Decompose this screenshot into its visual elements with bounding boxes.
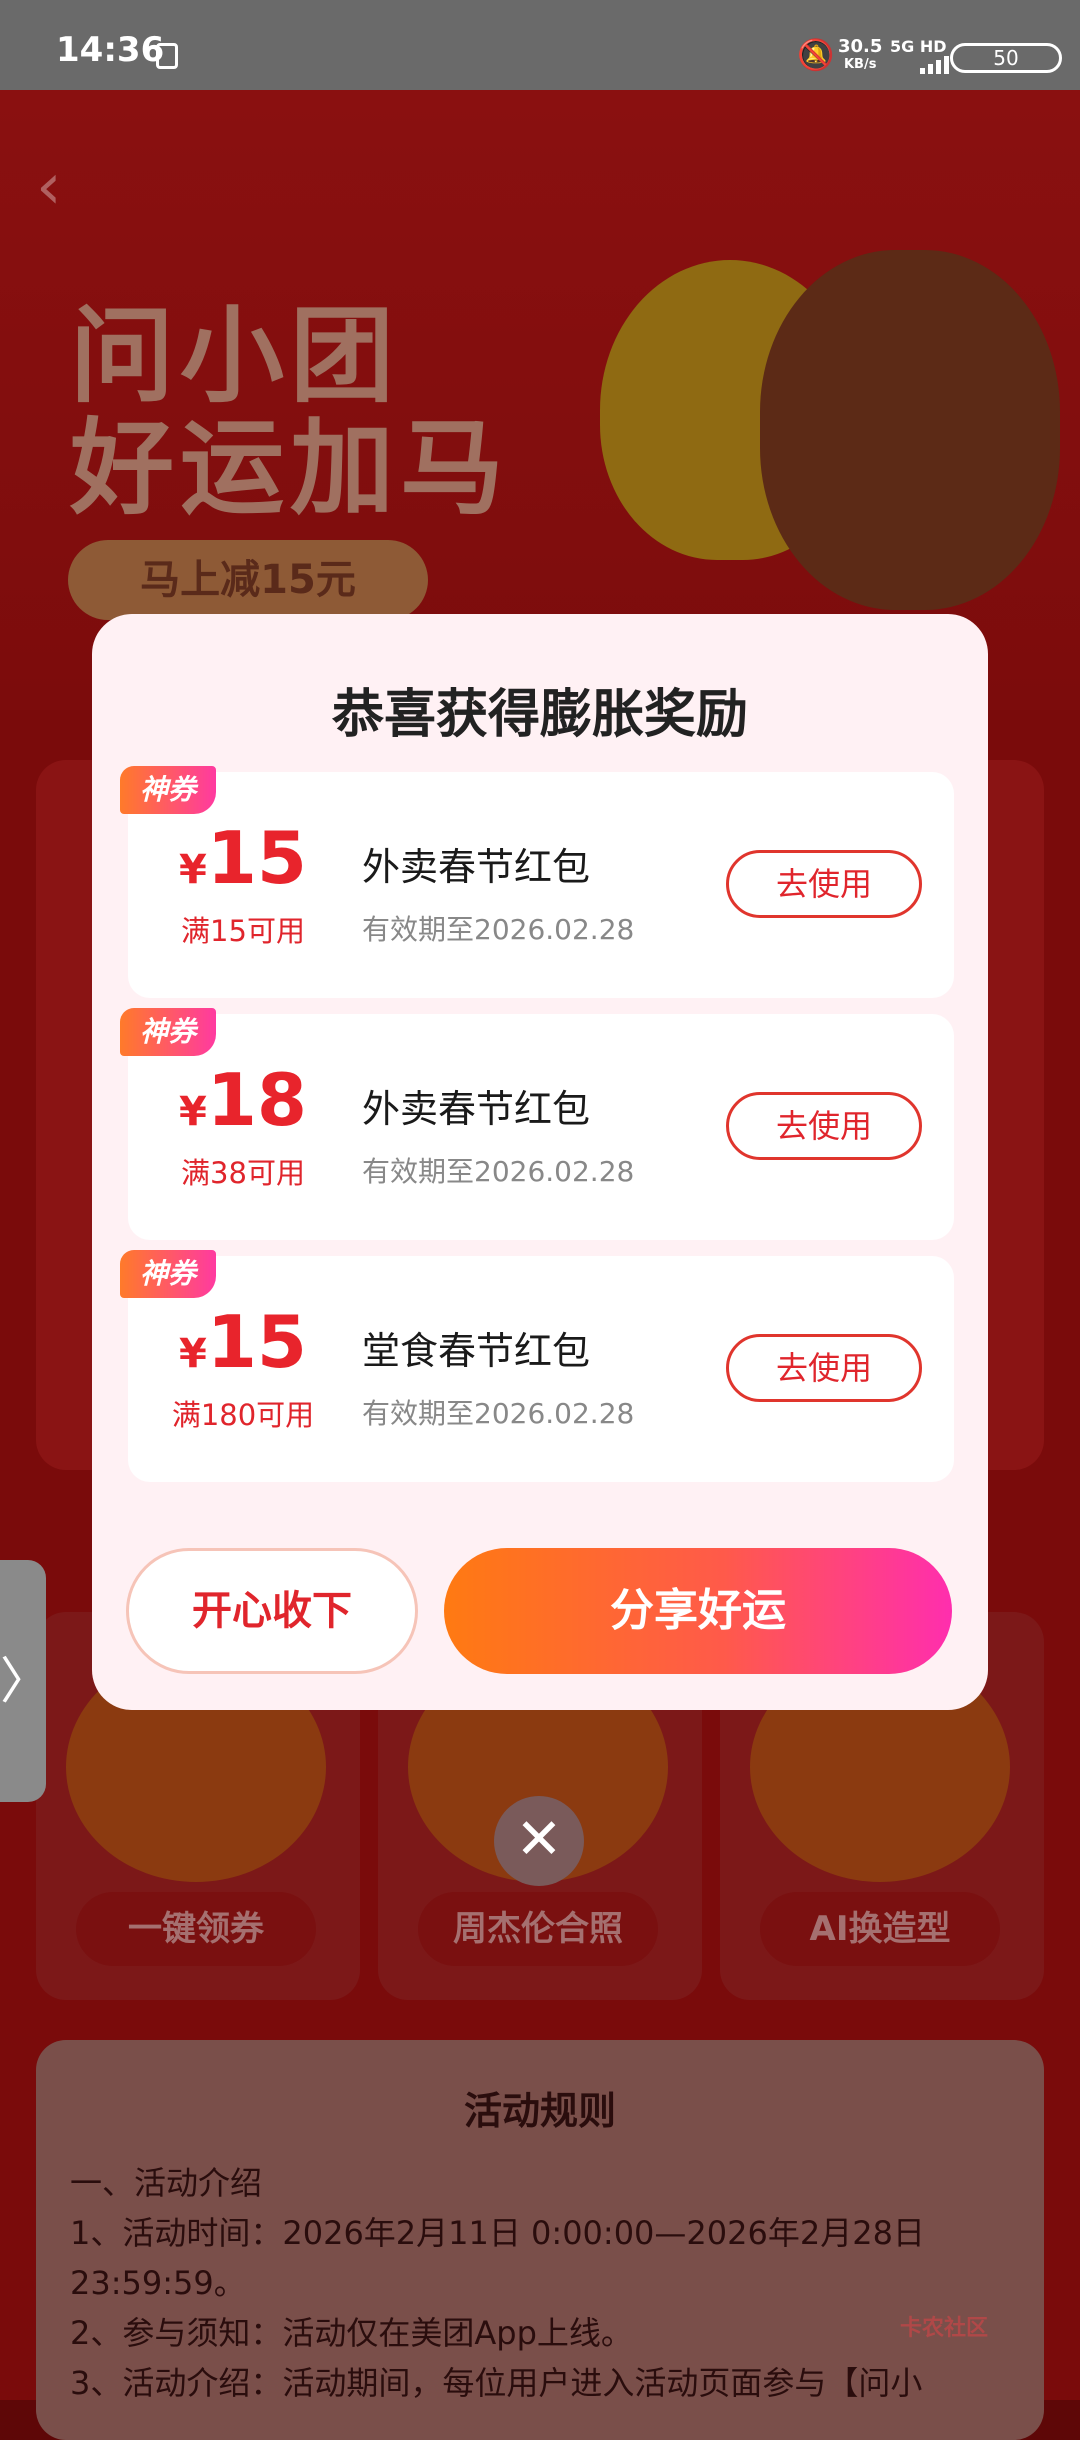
coupon-validity: 有效期至2026.02.28 [362, 913, 635, 946]
coupon-validity: 有效期至2026.02.28 [362, 1155, 635, 1188]
coupon-amount: ¥15 [178, 1300, 308, 1384]
coupon-condition: 满15可用 [181, 914, 305, 948]
coupon-amount: ¥18 [178, 1058, 308, 1142]
network-type: 5G HD [890, 37, 947, 56]
coupon-condition: 满38可用 [181, 1156, 305, 1190]
status-bar: 14:36 🔕 30.5 KB/s 5G HD 50 [0, 0, 1080, 90]
side-expand-tab[interactable]: 〉 [0, 1560, 50, 1802]
network-speed: 30.5 KB/s [838, 36, 883, 73]
coupon-card: 神券 ¥18 满38可用 外卖春节红包 有效期至2026.02.28 去使用 [120, 1008, 954, 1240]
use-coupon-button[interactable]: 去使用 [726, 850, 922, 918]
rules-title: 活动规则 [463, 2089, 616, 2133]
coupon-amount: ¥15 [178, 816, 308, 900]
signal-icon [920, 55, 952, 74]
coupon-name: 堂食春节红包 [362, 1329, 591, 1373]
share-button[interactable]: 分享好运 [444, 1548, 952, 1674]
reward-modal: 恭喜获得膨胀奖励 神券 ¥15 满15可用 外卖春节红包 有效期至2026.02… [92, 614, 988, 1710]
coupon-card: 神券 ¥15 满180可用 堂食春节红包 有效期至2026.02.28 去使用 [120, 1250, 954, 1482]
mute-bell-icon: 🔕 [797, 38, 835, 73]
coupon-badge: 神券 [120, 1008, 216, 1056]
use-coupon-button[interactable]: 去使用 [726, 1334, 922, 1402]
coupon-validity: 有效期至2026.02.28 [362, 1397, 635, 1430]
coupon-badge: 神券 [120, 1250, 216, 1298]
sim-card-icon [156, 43, 178, 69]
coupon-badge: 神券 [120, 766, 216, 814]
battery-indicator: 50 [950, 43, 1062, 73]
tool-label: 周杰伦合照 [418, 1892, 658, 1966]
rules-line: 一、活动介绍 [70, 2164, 263, 2202]
clock: 14:36 [56, 30, 165, 70]
tool-label: AI换造型 [760, 1892, 1000, 1966]
promo-pill: 马上减15元 [68, 540, 428, 620]
rules-line: 2、参与须知：活动仅在美团App上线。 [70, 2314, 633, 2352]
hero-title: 问小团 好运加马 [70, 295, 511, 529]
rules-line: 23:59:59。 [70, 2264, 246, 2302]
coupon-name: 外卖春节红包 [362, 1087, 591, 1131]
close-icon[interactable]: ✕ [494, 1796, 584, 1886]
rules-line: 1、活动时间：2026年2月11日 0:00:00—2026年2月28日 [70, 2214, 925, 2252]
tool-label: 一键领券 [76, 1892, 316, 1966]
rules-line: 3、活动介绍：活动期间，每位用户进入活动页面参与【问小 [70, 2364, 923, 2402]
coupon-name: 外卖春节红包 [362, 845, 591, 889]
coupon-condition: 满180可用 [171, 1398, 315, 1432]
coupon-card: 神券 ¥15 满15可用 外卖春节红包 有效期至2026.02.28 去使用 [120, 766, 954, 998]
horse-image [760, 250, 1060, 610]
modal-title: 恭喜获得膨胀奖励 [331, 685, 748, 745]
accept-button[interactable]: 开心收下 [126, 1548, 418, 1674]
use-coupon-button[interactable]: 去使用 [726, 1092, 922, 1160]
watermark-logo: 卡农社区 [900, 2316, 989, 2341]
back-arrow-icon[interactable]: ‹ [36, 150, 62, 224]
rules-card: 活动规则 一、活动介绍 1、活动时间：2026年2月11日 0:00:00—20… [36, 2040, 1044, 2440]
